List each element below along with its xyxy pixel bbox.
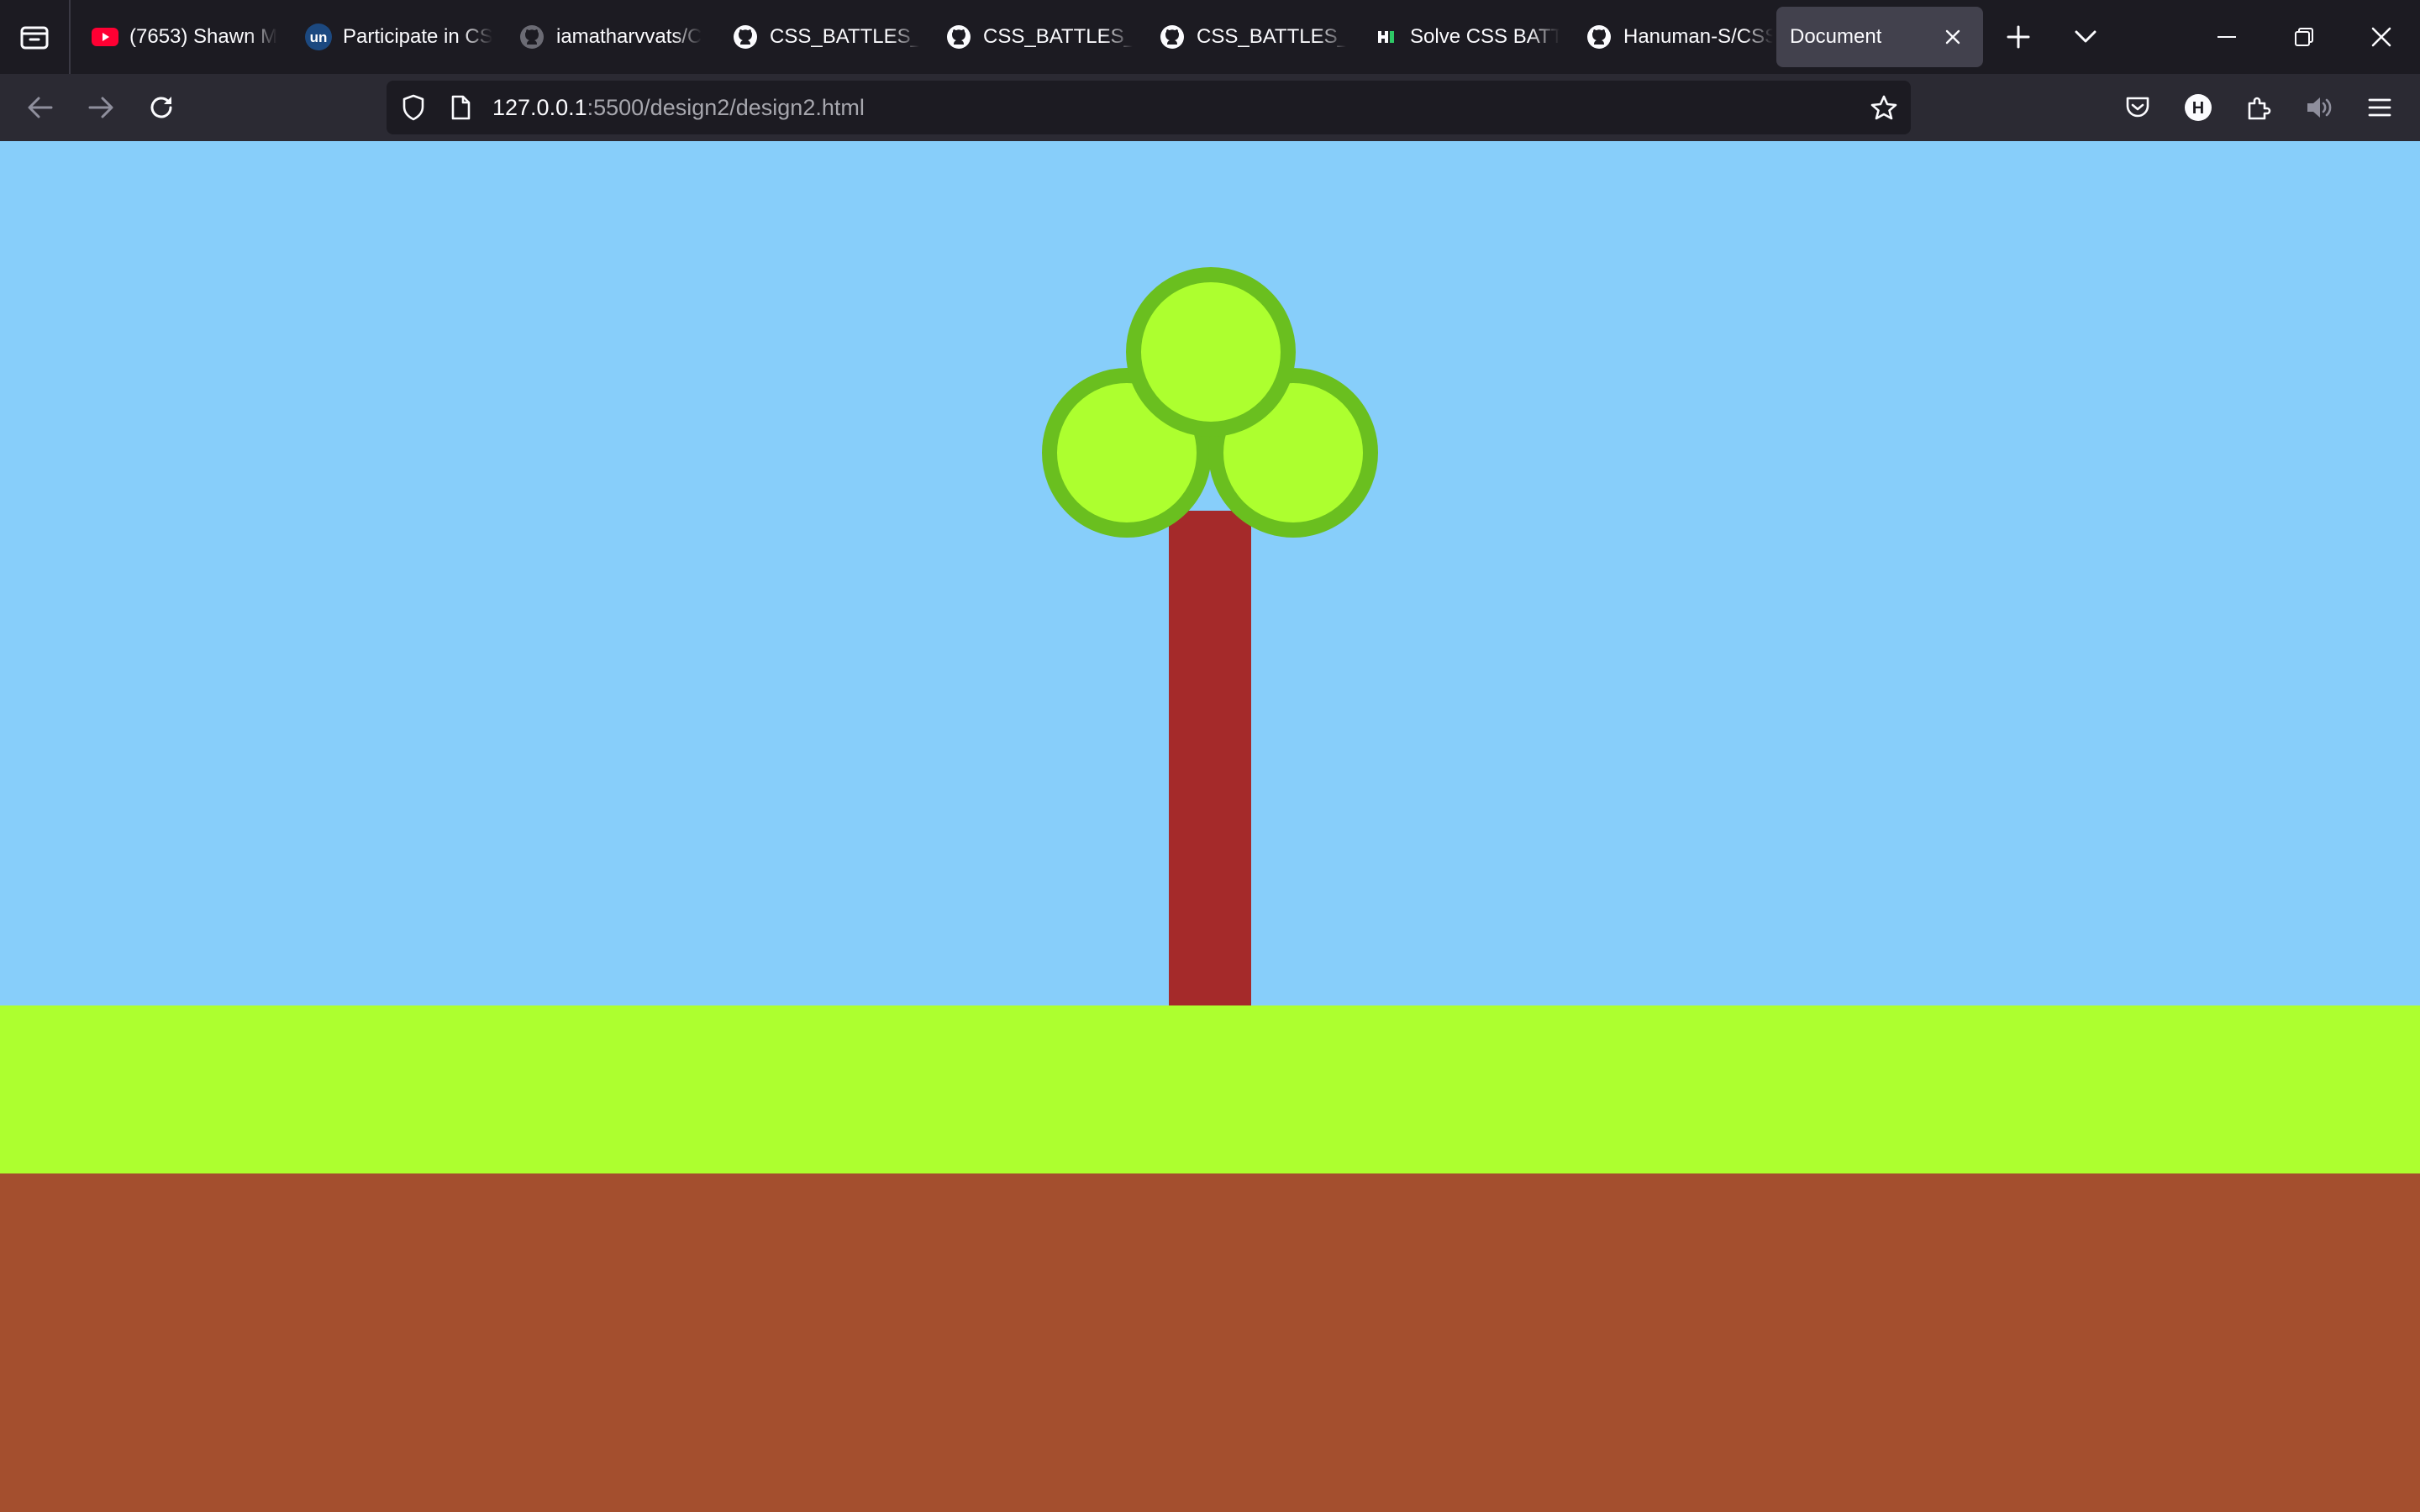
tab-github-4[interactable]: CSS_BATTLES_B [1139,7,1346,67]
back-button[interactable] [15,82,66,133]
reload-button[interactable] [136,82,187,133]
soil-band [0,1173,2420,1512]
speaker-icon [2307,97,2332,118]
tracking-protection-shield-icon[interactable] [398,92,429,123]
account-avatar-button[interactable]: H [2173,82,2223,133]
firefox-view-icon [20,26,49,50]
tab-title: iamatharvvats/C [556,25,702,48]
tab-title: CSS_BATTLES_B [1197,25,1346,48]
list-all-tabs-button[interactable] [2060,12,2111,62]
tab-title: CSS_BATTLES_B [770,25,919,48]
youtube-icon [91,23,119,51]
arrow-left-icon [28,97,53,118]
tree-leaf-top [1126,267,1296,437]
pocket-button[interactable] [2112,82,2163,133]
pocket-icon [2126,97,2149,118]
restore-icon [2295,28,2313,46]
close-icon [2371,27,2391,47]
github-icon [1158,23,1186,51]
plus-icon [2007,25,2030,49]
navigation-toolbar: 127.0.0.1:5500/design2/design2.html H [0,74,2420,141]
tab-close-button[interactable] [1938,22,1968,52]
extensions-button[interactable] [2233,82,2284,133]
tab-hackerearth[interactable]: Solve CSS BATT [1353,7,1560,67]
grass-band [0,1005,2420,1173]
forward-button[interactable] [76,82,126,133]
new-tab-button[interactable] [1993,12,2044,62]
close-window-button[interactable] [2356,12,2407,62]
url-host: 127.0.0.1 [492,95,587,120]
arrow-right-icon [88,97,113,118]
tab-title: Hanuman-S/CSS [1623,25,1773,48]
tab-github-3[interactable]: CSS_BATTLES_B [926,7,1133,67]
tree-trunk [1169,511,1251,1005]
minimize-window-button[interactable] [2202,12,2252,62]
tab-title: Document [1790,25,1882,48]
tab-github-2[interactable]: CSS_BATTLES_B [713,7,919,67]
tab-unstop[interactable]: un Participate in CS [286,7,492,67]
firefox-view-button[interactable] [0,0,71,74]
tab-strip: (7653) Shawn M un Participate in CS iama… [0,0,2420,74]
svg-text:un: un [310,29,328,45]
audio-button[interactable] [2294,82,2344,133]
github-icon [1585,23,1613,51]
hackerearth-icon [1371,23,1400,51]
tab-document-active[interactable]: Document [1776,7,1983,67]
tab-youtube[interactable]: (7653) Shawn M [72,7,279,67]
star-icon [1870,95,1897,120]
unstop-icon: un [304,23,333,51]
github-icon [518,23,546,51]
close-icon [1945,29,1960,45]
restore-window-button[interactable] [2279,12,2329,62]
minimize-icon [2217,36,2236,38]
github-icon [731,23,760,51]
tab-title: CSS_BATTLES_B [983,25,1133,48]
tab-github-5[interactable]: Hanuman-S/CSS [1566,7,1773,67]
chevron-down-icon [2075,30,2096,43]
avatar: H [2185,94,2212,121]
reload-icon [150,97,172,118]
hamburger-menu-icon [2368,98,2391,117]
url-bar[interactable]: 127.0.0.1:5500/design2/design2.html [387,81,1911,134]
url-path: :5500/design2/design2.html [587,95,865,120]
avatar-letter: H [2192,99,2204,118]
tab-title: Participate in CS [343,25,492,48]
tab-github-1[interactable]: iamatharvvats/C [499,7,706,67]
page-info-icon[interactable] [445,92,476,123]
bookmark-star-button[interactable] [1869,92,1899,123]
page-content [0,141,2420,1512]
url-text[interactable]: 127.0.0.1:5500/design2/design2.html [492,81,865,134]
puzzle-piece-icon [2248,97,2271,120]
github-icon [944,23,973,51]
tab-title: Solve CSS BATT [1410,25,1560,48]
app-menu-button[interactable] [2354,82,2405,133]
tab-title: (7653) Shawn M [129,25,278,48]
